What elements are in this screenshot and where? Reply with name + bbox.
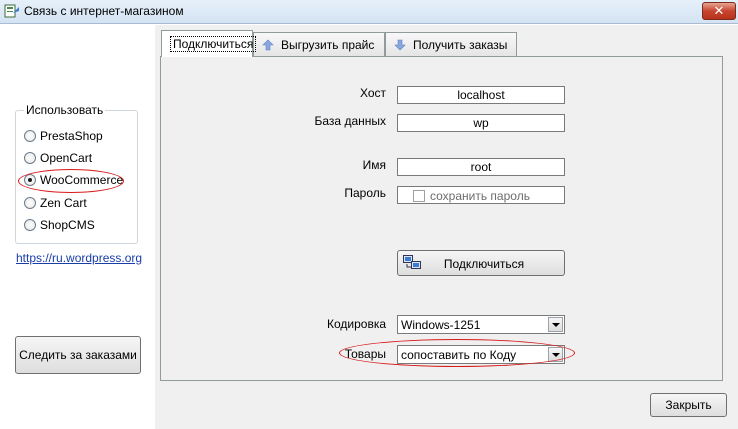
username-label: Имя <box>362 158 386 172</box>
radio-button[interactable] <box>24 130 36 142</box>
encoding-label: Кодировка <box>326 317 386 331</box>
database-input[interactable]: wp <box>397 114 565 132</box>
radio-opencart[interactable]: OpenCart <box>24 150 92 166</box>
encoding-select[interactable]: Windows-1251 <box>397 315 565 334</box>
arrow-down-icon <box>394 39 406 50</box>
highlight-ellipse <box>18 169 124 193</box>
title-bar: Связь с интернет-магазином ✕ <box>0 0 738 24</box>
chevron-down-icon[interactable] <box>548 317 563 332</box>
host-label: Хост <box>359 86 386 100</box>
database-label: База данных <box>314 114 386 128</box>
encoding-value: Windows-1251 <box>401 318 481 332</box>
host-input[interactable]: localhost <box>397 86 565 104</box>
connect-button[interactable]: Подключиться <box>397 250 565 276</box>
radio-button[interactable] <box>24 219 36 231</box>
save-password-checkbox-row[interactable]: сохранить пароль <box>413 189 530 203</box>
username-input[interactable]: root <box>397 158 565 176</box>
save-password-label: сохранить пароль <box>430 189 530 203</box>
cms-link[interactable]: https://ru.wordpress.org <box>16 251 142 265</box>
radio-prestashop[interactable]: PrestaShop <box>24 128 103 144</box>
tab-get-orders[interactable]: Получить заказы <box>385 32 517 56</box>
window-close-button[interactable]: ✕ <box>702 2 736 20</box>
password-label: Пароль <box>344 186 386 200</box>
track-orders-button[interactable]: Следить за заказами <box>15 336 141 374</box>
close-button[interactable]: Закрыть <box>650 393 727 417</box>
radio-shopcms[interactable]: ShopCMS <box>24 217 95 233</box>
radio-button[interactable] <box>24 152 36 164</box>
arrow-up-icon <box>262 39 274 50</box>
save-password-checkbox[interactable] <box>413 190 425 202</box>
tab-upload-price[interactable]: Выгрузить прайс <box>253 32 385 56</box>
radio-zencart[interactable]: Zen Cart <box>24 195 87 211</box>
tab-connect[interactable]: Подключиться <box>161 30 257 57</box>
window-title: Связь с интернет-магазином <box>24 4 184 18</box>
highlight-ellipse <box>339 339 575 367</box>
client-area: Использовать PrestaShop OpenCart WooComm… <box>0 25 738 429</box>
connect-button-label: Подключиться <box>443 257 525 271</box>
app-icon <box>4 4 19 18</box>
group-title: Использовать <box>24 103 106 117</box>
cms-group: Использовать PrestaShop OpenCart WooComm… <box>15 103 138 244</box>
radio-button[interactable] <box>24 197 36 209</box>
